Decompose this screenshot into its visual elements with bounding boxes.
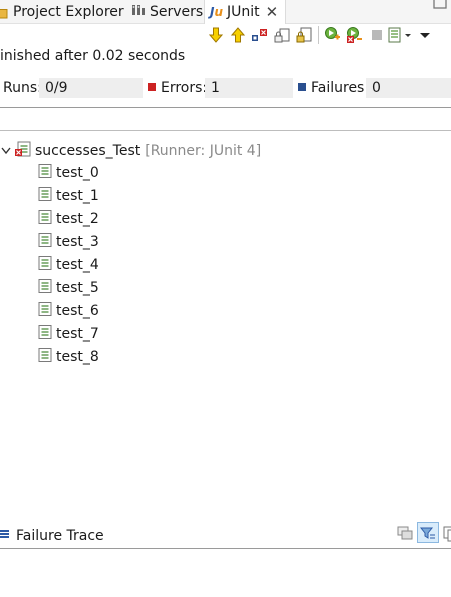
scroll-lock-icon[interactable] xyxy=(271,24,293,46)
tree-item-label: test_0 xyxy=(56,165,99,181)
tree-item-label: test_3 xyxy=(56,234,99,250)
tree-item-label: test_4 xyxy=(56,257,99,273)
failure-trace-header: Failure Trace xyxy=(0,526,104,546)
next-failure-icon[interactable] xyxy=(205,24,227,46)
failure-icon xyxy=(298,83,306,91)
chevron-down-icon[interactable] xyxy=(0,147,12,155)
test-method-icon xyxy=(38,256,52,274)
progress-separator xyxy=(0,107,451,108)
tree-item-label: test_2 xyxy=(56,211,99,227)
failure-trace-title: Failure Trace xyxy=(16,528,104,544)
tree-item-label: test_8 xyxy=(56,349,99,365)
minimize-view-button[interactable] xyxy=(427,0,451,14)
rerun-failed-first-icon[interactable] xyxy=(344,24,366,46)
test-method-icon xyxy=(38,233,52,251)
lock-icon[interactable] xyxy=(293,24,315,46)
copy-trace-icon[interactable] xyxy=(443,526,451,542)
test-method-icon xyxy=(38,164,52,182)
tree-item-test[interactable]: test_2 xyxy=(38,209,99,229)
status-text: inished after 0.02 seconds xyxy=(0,48,186,64)
tree-root[interactable]: successes_Test [Runner: JUnit 4] xyxy=(0,141,261,161)
toolbar-separator xyxy=(318,26,319,44)
tree-item-test[interactable]: test_4 xyxy=(38,255,99,275)
junit-toolbar xyxy=(205,24,436,46)
error-icon xyxy=(148,83,156,91)
failure-trace-separator xyxy=(0,548,451,549)
tree-item-label: test_7 xyxy=(56,326,99,342)
test-method-icon xyxy=(38,325,52,343)
tree-item-test[interactable]: test_8 xyxy=(38,347,99,367)
stop-icon[interactable] xyxy=(366,24,388,46)
previous-failure-icon[interactable] xyxy=(227,24,249,46)
tab-junit-label: JUnit xyxy=(227,4,260,20)
test-history-icon[interactable] xyxy=(388,24,414,46)
tab-project-explorer-label: Project Explorer xyxy=(13,3,124,20)
tree-root-label: successes_Test xyxy=(35,143,141,159)
view-menu-icon[interactable] xyxy=(414,24,436,46)
tree-item-test[interactable]: test_1 xyxy=(38,186,99,206)
test-method-icon xyxy=(38,302,52,320)
junit-icon: Ju xyxy=(210,5,224,19)
show-failures-only-icon[interactable] xyxy=(249,24,271,46)
test-method-icon xyxy=(38,348,52,366)
test-method-icon xyxy=(38,187,52,205)
tree-item-test[interactable]: test_6 xyxy=(38,301,99,321)
test-suite-error-icon xyxy=(15,141,31,161)
tree-root-runner: [Runner: JUnit 4] xyxy=(145,143,262,159)
tree-item-test[interactable]: test_3 xyxy=(38,232,99,252)
stack-trace-icon xyxy=(0,528,10,544)
runs-label: Runs: xyxy=(3,80,42,96)
test-method-icon xyxy=(38,210,52,228)
tree-separator xyxy=(0,130,451,131)
errors-value: 1 xyxy=(205,78,293,98)
runs-value: 0/9 xyxy=(39,78,143,98)
tab-servers-label: Servers xyxy=(150,3,204,20)
rerun-test-icon[interactable] xyxy=(322,24,344,46)
tab-project-explorer[interactable]: Project Explorer xyxy=(0,0,124,23)
tab-junit[interactable]: Ju JUnit ✕ xyxy=(204,0,286,24)
tree-item-test[interactable]: test_7 xyxy=(38,324,99,344)
tree-item-label: test_1 xyxy=(56,188,99,204)
failures-label: Failures: xyxy=(311,80,370,96)
test-method-icon xyxy=(38,279,52,297)
compare-results-icon[interactable] xyxy=(397,525,413,545)
servers-icon xyxy=(131,3,146,21)
errors-label: Errors: xyxy=(161,80,208,96)
failures-value: 0 xyxy=(366,78,451,98)
close-icon[interactable]: ✕ xyxy=(266,3,279,21)
tab-servers[interactable]: Servers xyxy=(131,0,203,23)
filter-stack-trace-icon[interactable] xyxy=(417,522,439,543)
project-explorer-icon xyxy=(0,5,8,19)
tree-item-label: test_5 xyxy=(56,280,99,296)
tree-item-label: test_6 xyxy=(56,303,99,319)
tree-item-test[interactable]: test_5 xyxy=(38,278,99,298)
tree-item-test[interactable]: test_0 xyxy=(38,163,99,183)
